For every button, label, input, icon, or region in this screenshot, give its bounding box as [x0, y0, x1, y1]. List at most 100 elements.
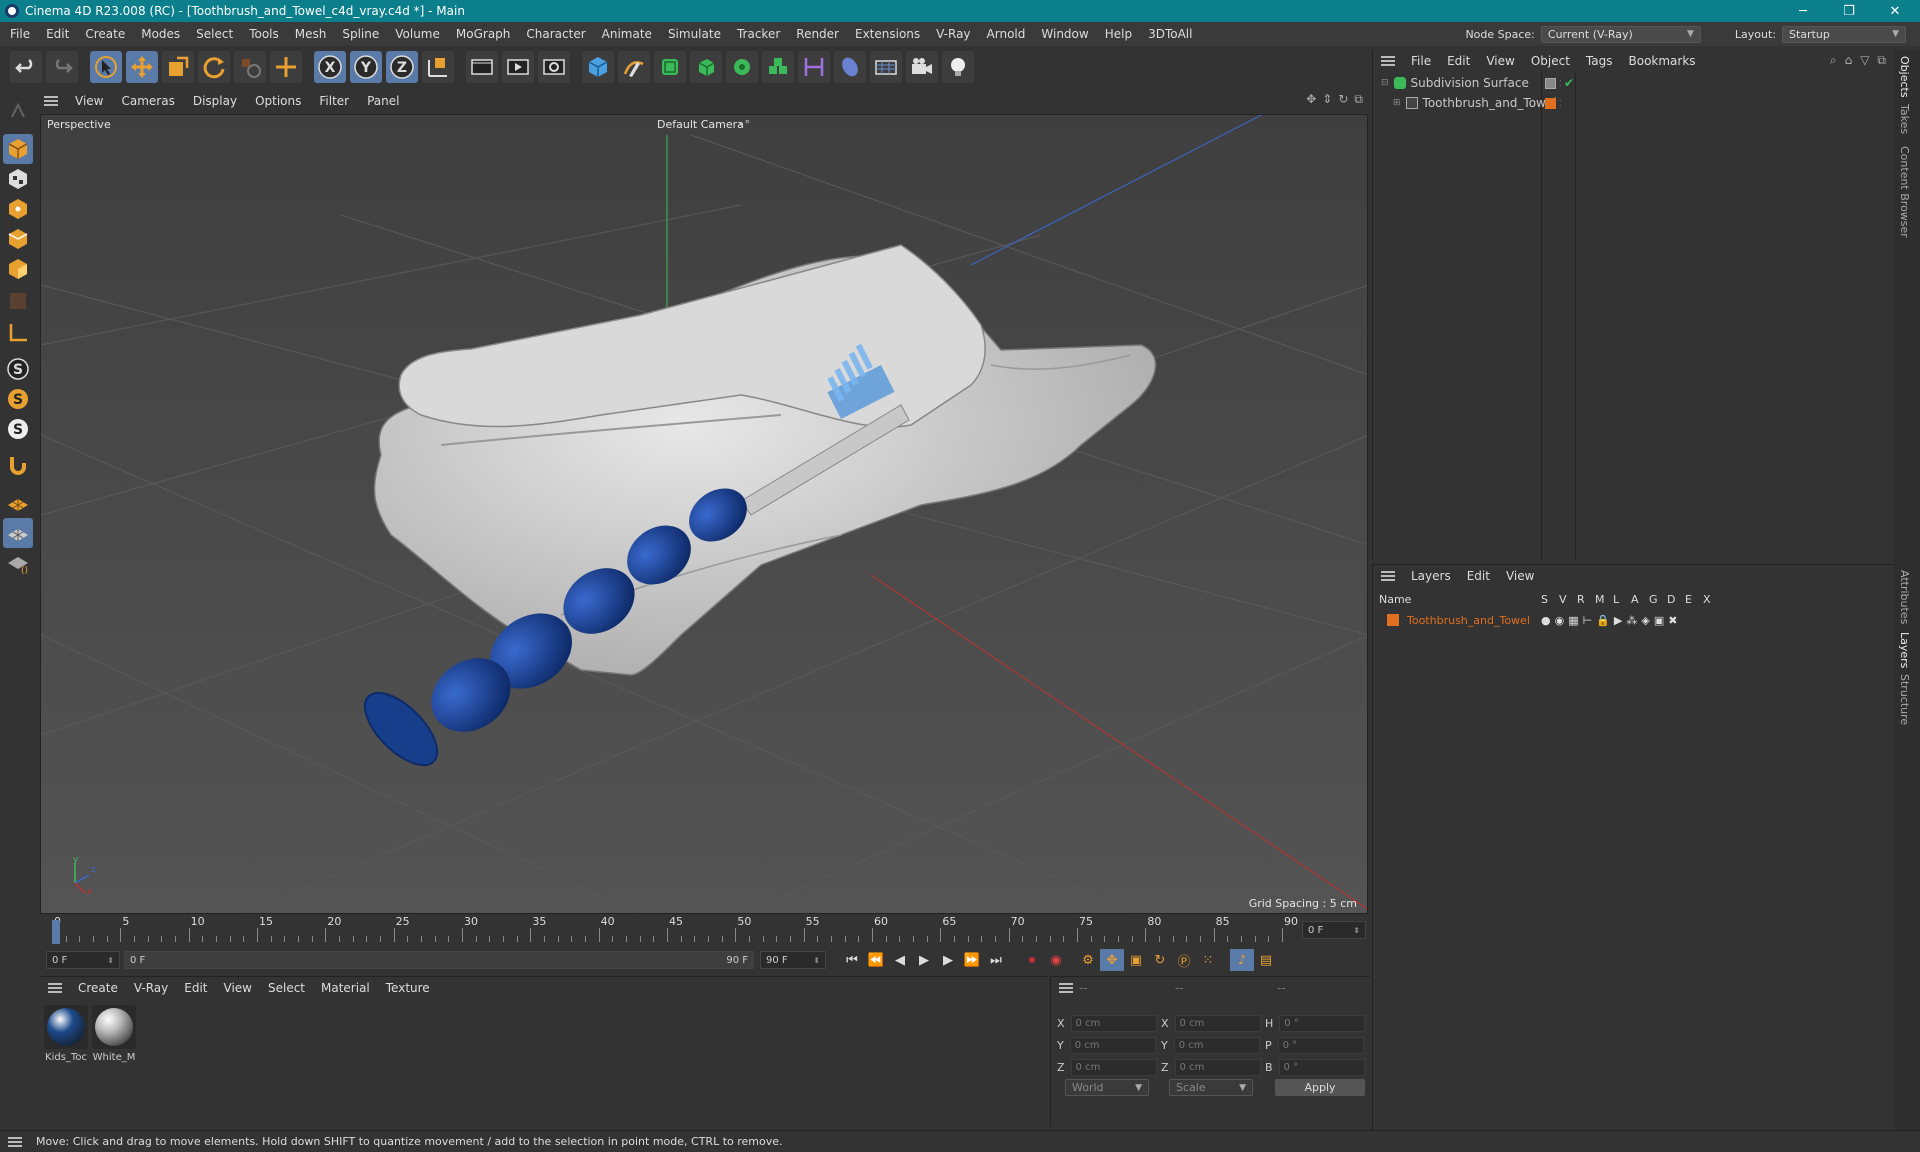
menu-volume[interactable]: Volume [387, 27, 448, 41]
viewport-menu-display[interactable]: Display [184, 94, 246, 108]
menu-extensions[interactable]: Extensions [847, 27, 928, 41]
visibility-dots-icon[interactable]: ⁚ [1559, 99, 1562, 108]
tab-takes[interactable]: Takes [1898, 104, 1911, 134]
coordinate-input[interactable]: 0 cm [1173, 1037, 1260, 1054]
grid-icon[interactable] [3, 518, 33, 548]
menu-file[interactable]: File [2, 27, 38, 41]
playhead[interactable] [52, 920, 60, 944]
render-icon[interactable]: ▦ [1568, 614, 1578, 627]
menu-v-ray[interactable]: V-Ray [928, 27, 978, 41]
viewport-menu-cameras[interactable]: Cameras [112, 94, 183, 108]
hamburger-menu-icon[interactable] [8, 1136, 22, 1147]
snap-s-icon[interactable]: S [3, 354, 33, 384]
layer-column-header[interactable]: S [1541, 593, 1548, 606]
deformer-icon[interactable]: ◈ [1641, 614, 1649, 627]
home-icon[interactable]: ⌂ [1845, 53, 1853, 68]
extrude-button[interactable] [690, 51, 722, 83]
menu-character[interactable]: Character [518, 27, 593, 41]
next-key-button[interactable]: ⏩ [960, 949, 984, 971]
coordinate-system-button[interactable] [422, 51, 454, 83]
stepper-icon[interactable]: ⬍ [1353, 926, 1360, 935]
workplane-icon[interactable] [3, 488, 33, 518]
end-frame-field[interactable]: 90 F ⬍ [760, 951, 826, 969]
menu-tools[interactable]: Tools [241, 27, 287, 41]
render-settings-button[interactable] [538, 51, 570, 83]
maximize-button[interactable]: ❐ [1826, 0, 1872, 22]
solo-icon[interactable]: ● [1541, 614, 1551, 627]
magnet-icon[interactable] [3, 450, 33, 480]
view-eye-icon[interactable]: ◉ [1555, 614, 1565, 627]
object-row-toothbrush[interactable]: ⊞ Toothbrush_and_Towel ⁚ [1373, 94, 1893, 112]
hamburger-menu-icon[interactable] [1381, 56, 1395, 66]
stepper-icon[interactable]: ⬍ [813, 956, 820, 965]
new-window-icon[interactable]: ⧉ [1877, 53, 1886, 68]
polygons-mode-button[interactable] [3, 254, 33, 284]
menu-render[interactable]: Render [788, 27, 847, 41]
transform-tool[interactable] [270, 51, 302, 83]
y-axis-lock[interactable]: Y [350, 51, 382, 83]
timeline-ruler[interactable]: 051015202530354045505560657075808590 0 F… [40, 914, 1368, 948]
x-axis-lock[interactable]: X [314, 51, 346, 83]
layer-column-header[interactable]: L [1613, 593, 1619, 606]
menu-mesh[interactable]: Mesh [287, 27, 335, 41]
coordinate-input[interactable]: 0 cm [1174, 1015, 1261, 1032]
camera-button[interactable] [906, 51, 938, 83]
expression-icon[interactable]: ▣ [1654, 614, 1664, 627]
live-selection-tool[interactable] [90, 51, 122, 83]
material-menu-texture[interactable]: Texture [378, 981, 438, 995]
go-to-end-button[interactable]: ⏭ [984, 949, 1008, 971]
mograph-button[interactable] [762, 51, 794, 83]
previous-frame-button[interactable]: ◀ [888, 949, 912, 971]
object-menu-view[interactable]: View [1478, 54, 1522, 68]
layer-color-swatch[interactable] [1387, 614, 1399, 626]
next-frame-button[interactable]: ▶ [936, 949, 960, 971]
object-menu-tags[interactable]: Tags [1578, 54, 1621, 68]
motion-system-icon[interactable]: ♪ [1230, 949, 1254, 971]
layer-column-header[interactable]: X [1703, 593, 1711, 606]
menu-animate[interactable]: Animate [594, 27, 660, 41]
texture-mode-button[interactable] [3, 164, 33, 194]
field-button[interactable] [834, 51, 866, 83]
viewport-menu-panel[interactable]: Panel [358, 94, 408, 108]
collapse-icon[interactable]: ⊟ [1381, 78, 1389, 88]
visibility-dots-icon[interactable]: ⁚ [1559, 79, 1562, 88]
tab-content-browser[interactable]: Content Browser [1898, 146, 1911, 238]
material-menu-create[interactable]: Create [70, 981, 126, 995]
tab-layers[interactable]: Layers [1898, 632, 1911, 668]
node-space-dropdown[interactable]: Current (V-Ray) ▼ [1540, 25, 1701, 43]
layer-color-icon[interactable] [1545, 97, 1556, 109]
object-menu-file[interactable]: File [1403, 54, 1439, 68]
layer-column-header[interactable]: A [1631, 593, 1639, 606]
material-menu-view[interactable]: View [216, 981, 260, 995]
coordinate-input[interactable]: 0 ° [1278, 1059, 1365, 1076]
recent-tool[interactable] [234, 51, 266, 83]
menu-3dtoall[interactable]: 3DToAll [1140, 27, 1200, 41]
layer-column-header[interactable]: G [1649, 593, 1658, 606]
model-mode-button[interactable] [3, 134, 33, 164]
menu-create[interactable]: Create [77, 27, 133, 41]
snap-orange-s-icon[interactable]: S [3, 384, 33, 414]
xref-icon[interactable]: ✖ [1668, 614, 1677, 627]
layer-menu-layers[interactable]: Layers [1403, 569, 1459, 583]
apply-button[interactable]: Apply [1275, 1079, 1365, 1096]
locked-workplane-icon[interactable]: () [3, 548, 33, 578]
coordinate-input[interactable]: 0 cm [1070, 1015, 1157, 1032]
material-swatch[interactable]: Kids_Toc [44, 1005, 88, 1063]
layer-column-header[interactable]: D [1667, 593, 1675, 606]
light-button[interactable] [942, 51, 974, 83]
tab-structure[interactable]: Structure [1898, 674, 1911, 725]
coordinate-input[interactable]: 0 cm [1069, 1037, 1156, 1054]
go-to-start-button[interactable]: ⏮ [840, 949, 864, 971]
coordinate-input[interactable]: 0 cm [1070, 1059, 1157, 1076]
pan-icon[interactable]: ✥ [1306, 92, 1316, 107]
record-button[interactable]: ⏺ [1020, 949, 1044, 971]
coordinate-space-dropdown[interactable]: World ▼ [1065, 1079, 1149, 1096]
menu-mograph[interactable]: MoGraph [448, 27, 519, 41]
edit-flag-icon[interactable] [1545, 77, 1556, 89]
start-frame-field[interactable]: 0 F ⬍ [46, 951, 120, 969]
expand-icon[interactable]: ⊞ [1393, 98, 1401, 108]
rotate-tool[interactable] [198, 51, 230, 83]
hamburger-menu-icon[interactable] [44, 95, 58, 106]
snap-white-s-icon[interactable]: S [3, 414, 33, 444]
camera-link-icon[interactable]: •° [738, 118, 750, 131]
